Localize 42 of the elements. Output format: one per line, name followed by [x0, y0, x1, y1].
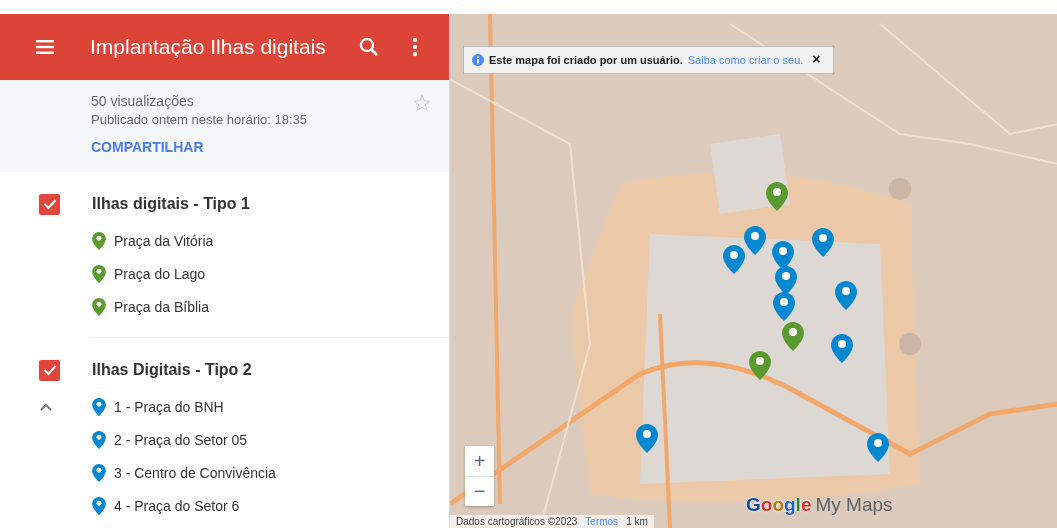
map-marker-icon[interactable]: [831, 334, 853, 363]
map-marker-icon[interactable]: [835, 281, 857, 310]
layer-name: Ilhas Digitais - Tipo 2: [92, 361, 252, 379]
place-item[interactable]: 3 - Centro de Convivência: [114, 464, 276, 481]
map-title: Implantação Ilhas digitais: [90, 35, 327, 59]
layer-checkbox[interactable]: [39, 193, 60, 215]
product-name: My Maps: [815, 494, 893, 516]
zoom-out-button[interactable]: −: [465, 476, 494, 506]
map-marker-icon[interactable]: [749, 351, 771, 380]
layer-name: Ilhas digitais - Tipo 1: [92, 195, 250, 213]
share-link[interactable]: COMPARTILHAR: [91, 139, 204, 155]
info-icon: [472, 54, 484, 66]
map-marker-icon[interactable]: [636, 424, 658, 453]
view-count: 50 visualizações: [91, 93, 194, 109]
place-item[interactable]: 2 - Praça do Setor 05: [114, 431, 248, 448]
map-marker-icon[interactable]: [772, 241, 794, 270]
place-item[interactable]: Praça do Lago: [114, 265, 206, 282]
notice-text: Este mapa foi criado por um usuário.: [489, 54, 683, 66]
scale-label: 1 km: [626, 516, 648, 528]
map-marker-icon[interactable]: [782, 322, 804, 351]
checkmark-icon: [42, 364, 57, 376]
place-item[interactable]: 4 - Praça do Setor 6: [114, 497, 240, 514]
star-icon[interactable]: [413, 94, 431, 112]
place-item[interactable]: 1 - Praça do BNH: [114, 398, 224, 415]
place-item[interactable]: Praça da Bíblia: [114, 298, 209, 315]
map-marker-icon[interactable]: [723, 245, 745, 274]
published-time: Publicado ontem neste horário: 18:35: [91, 112, 309, 127]
menu-icon[interactable]: [36, 40, 54, 54]
layer-checkbox[interactable]: [39, 359, 60, 381]
map-data-credit: Dados cartográficos ©2023: [456, 516, 578, 528]
map-marker-icon[interactable]: [775, 266, 797, 295]
chevron-up-icon[interactable]: [40, 402, 52, 411]
map-marker-icon[interactable]: [867, 433, 889, 462]
map-marker-icon[interactable]: [766, 182, 788, 211]
place-item[interactable]: Praça da Vitória: [114, 232, 214, 249]
map-marker-icon[interactable]: [773, 292, 795, 321]
close-button[interactable]: ×: [812, 54, 821, 64]
brand-logo: Google: [746, 494, 812, 516]
zoom-in-button[interactable]: +: [465, 446, 494, 476]
map-marker-icon[interactable]: [744, 226, 766, 255]
map-marker-icon[interactable]: [812, 228, 834, 257]
checkmark-icon: [42, 198, 57, 210]
